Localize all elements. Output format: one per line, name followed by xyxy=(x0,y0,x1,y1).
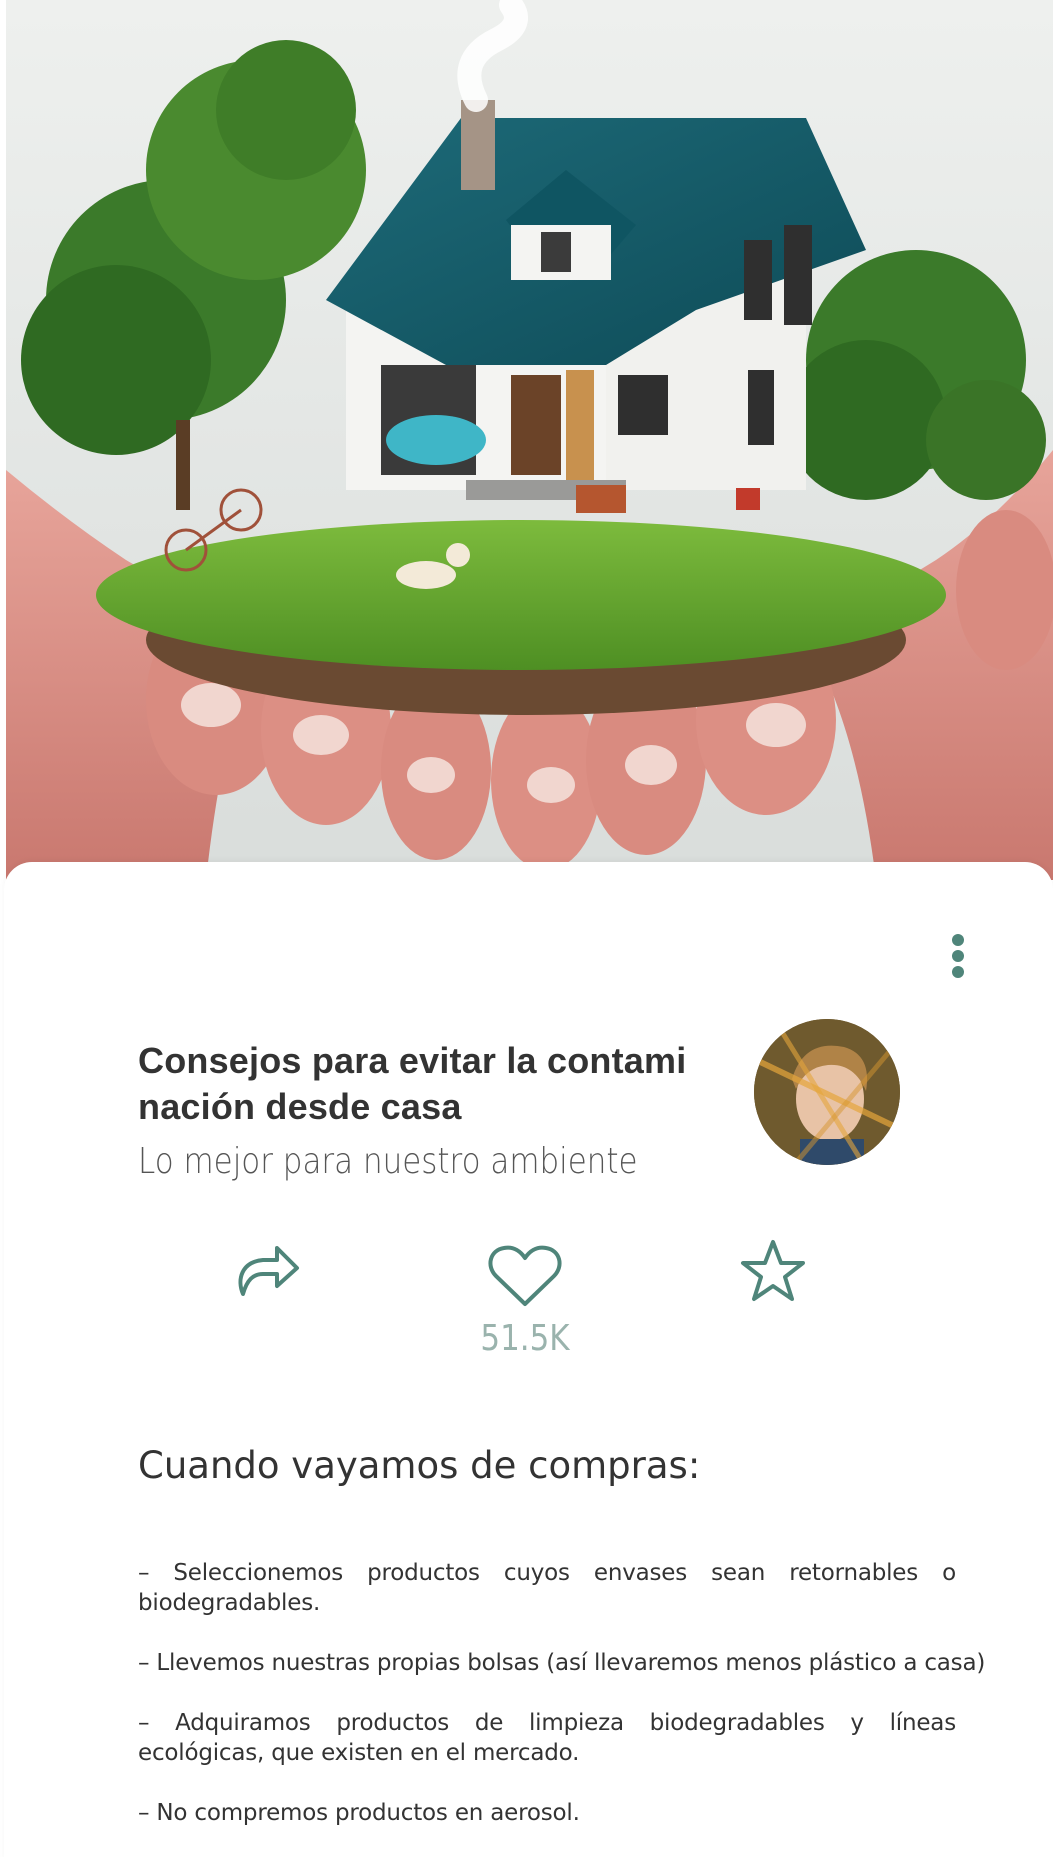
list-item: – Adquiramos productos de limpieza biode… xyxy=(138,1710,956,1766)
like-count: 51.5K xyxy=(480,1318,570,1359)
hero-image xyxy=(6,0,1053,880)
section-heading: Cuando vayamos de compras: xyxy=(138,1444,701,1487)
article-subtitle: Lo mejor para nuestro ambiente xyxy=(138,1141,638,1182)
list-item: – Seleccionemos productos cuyos envases … xyxy=(138,1560,956,1616)
share-button[interactable] xyxy=(233,1240,303,1300)
star-icon xyxy=(741,1240,805,1301)
article-screen: Consejos para evitar la contami nación de… xyxy=(0,0,1053,1857)
like-button[interactable] xyxy=(488,1244,562,1308)
list-item: – No compremos productos en aerosol. xyxy=(138,1800,580,1826)
more-vertical-icon[interactable] xyxy=(938,928,978,984)
author-avatar[interactable] xyxy=(754,1019,900,1165)
favorite-button[interactable] xyxy=(740,1238,806,1304)
article-title: Consejos para evitar la contami nación de… xyxy=(138,1040,687,1127)
list-item: – Llevemos nuestras propias bolsas (así … xyxy=(138,1650,986,1676)
heart-icon xyxy=(488,1245,562,1306)
tips-list: – Seleccionemos productos cuyos envases … xyxy=(138,1558,986,1857)
share-icon xyxy=(238,1246,299,1296)
